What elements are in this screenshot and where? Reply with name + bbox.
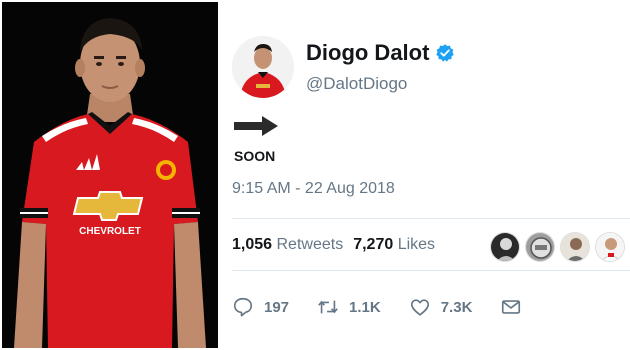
retweet-count: 1.1K <box>349 298 381 316</box>
player-photo: CHEVROLET <box>2 2 218 348</box>
jersey-sponsor-text: CHEVROLET <box>79 226 141 237</box>
liker-avatars <box>490 232 625 262</box>
author-name-row: Diogo Dalot <box>306 40 455 66</box>
retweets-label: Retweets <box>276 236 344 253</box>
retweets-count: 1,056 <box>232 236 273 253</box>
like-button[interactable]: 7.3K <box>409 296 473 318</box>
likes-label: Likes <box>397 236 436 253</box>
display-name[interactable]: Diogo Dalot <box>306 40 429 66</box>
tweet-card: Diogo Dalot @DalotDiogo SOON 9:15 AM - 2… <box>222 0 630 350</box>
user-handle[interactable]: @DalotDiogo <box>306 74 407 94</box>
tweet-text: SOON <box>234 148 276 164</box>
likes-stat[interactable]: 7,270 Likes <box>353 236 435 254</box>
engagement-stats: 1,056 Retweets 7,270 Likes <box>232 236 435 254</box>
verified-badge-icon <box>436 44 455 62</box>
liker-avatar[interactable] <box>525 232 555 262</box>
right-arrow-icon <box>234 116 278 136</box>
divider <box>232 270 630 271</box>
reply-button[interactable]: 197 <box>232 296 289 318</box>
likes-count: 7,270 <box>353 236 394 253</box>
heart-icon <box>410 299 429 316</box>
tweet-actions: 197 1.1K 7.3K <box>232 296 550 318</box>
liker-avatar[interactable] <box>595 232 625 262</box>
tweet-timestamp[interactable]: 9:15 AM - 22 Aug 2018 <box>232 180 395 198</box>
liker-avatar[interactable] <box>490 232 520 262</box>
retweets-stat[interactable]: 1,056 Retweets <box>232 236 343 254</box>
like-count: 7.3K <box>440 298 473 316</box>
divider <box>232 218 630 219</box>
direct-message-button[interactable] <box>500 296 522 318</box>
avatar[interactable] <box>232 36 294 98</box>
reply-count: 197 <box>264 298 290 316</box>
retweet-icon <box>318 300 338 314</box>
reply-icon <box>233 297 253 317</box>
liker-avatar[interactable] <box>560 232 590 262</box>
retweet-button[interactable]: 1.1K <box>317 296 381 318</box>
envelope-icon <box>502 300 521 314</box>
